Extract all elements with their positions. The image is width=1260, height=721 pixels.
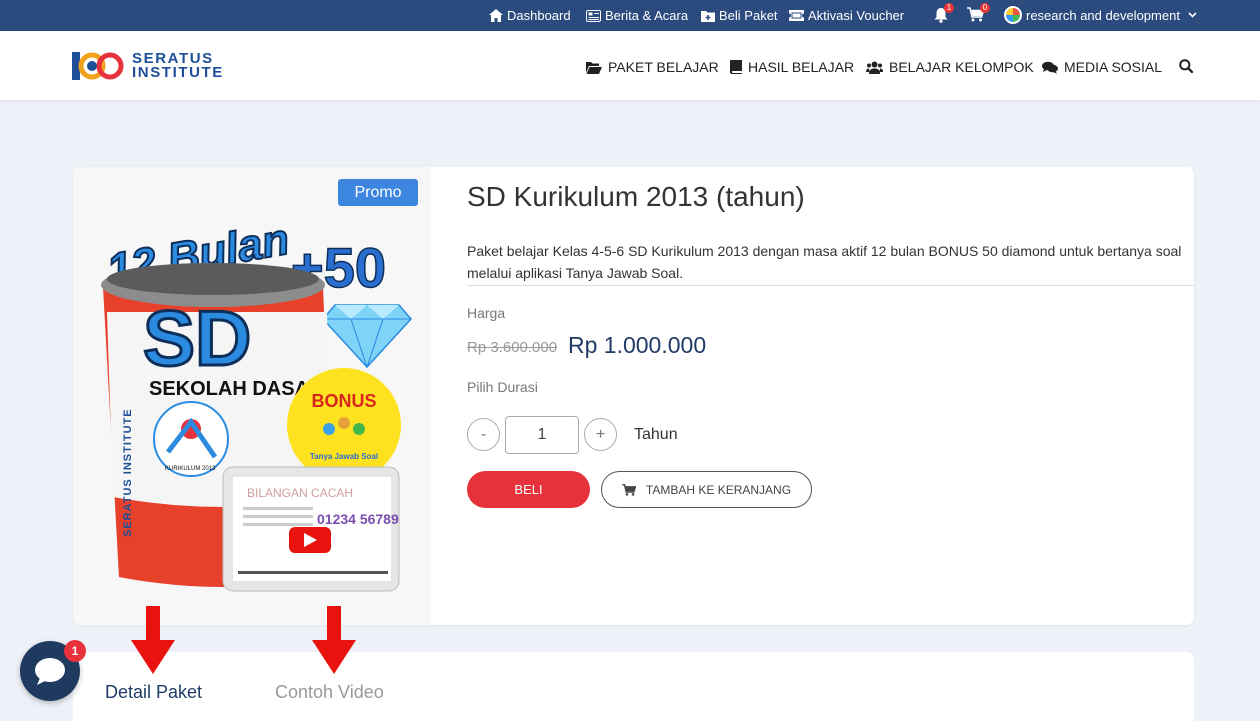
nav-hasil-belajar-label: HASIL BELAJAR xyxy=(748,59,855,75)
nav-paket-belajar-label: PAKET BELAJAR xyxy=(608,59,719,75)
ticket-icon xyxy=(789,10,804,21)
promo-badge: Promo xyxy=(338,179,418,206)
nav-media-sosial-label: MEDIA SOSIAL xyxy=(1064,59,1163,75)
notifications-count-badge: 1 xyxy=(944,3,954,13)
duration-label: Pilih Durasi xyxy=(467,379,538,395)
topbar-voucher-link[interactable]: Aktivasi Voucher xyxy=(789,8,904,23)
topbar-buy-package-link[interactable]: Beli Paket xyxy=(701,8,778,23)
seratus-logo[interactable]: SERATUS INSTITUTE xyxy=(72,50,227,82)
old-price: Rp 3.600.000 xyxy=(467,339,558,356)
top-bar: Dashboard Berita & Acara Beli Paket Akti… xyxy=(0,0,1260,31)
bonus-text: BONUS xyxy=(311,391,376,411)
diamond-icon xyxy=(321,304,413,369)
can-brand: SERATUS INSTITUTE xyxy=(122,408,134,537)
search-button[interactable] xyxy=(1179,59,1193,73)
chat-bubble-icon xyxy=(35,658,65,685)
bonus-caption: Tanya Jawab Soal xyxy=(310,452,378,461)
comments-icon xyxy=(1042,61,1058,74)
cart-button[interactable]: 0 xyxy=(967,3,990,22)
nav-media-sosial[interactable]: MEDIA SOSIAL xyxy=(1042,59,1162,75)
home-icon xyxy=(489,9,503,22)
can-title: SD xyxy=(143,294,251,382)
product-illustration: 12 Bulan +50 SD SEKOLAH DASAR SERATUS IN… xyxy=(101,214,413,592)
price-label: Harga xyxy=(467,305,506,321)
buy-button[interactable]: BELI xyxy=(467,471,590,508)
topbar-news-label: Berita & Acara xyxy=(605,8,689,23)
nav-hasil-belajar[interactable]: HASIL BELAJAR xyxy=(730,59,854,75)
product-card: 12 Bulan +50 SD SEKOLAH DASAR SERATUS IN… xyxy=(73,167,1194,625)
tablet-graphic: BILANGAN CACAH 01234 56789 xyxy=(222,466,400,592)
folder-plus-icon xyxy=(701,10,715,22)
add-to-cart-label: TAMBAH KE KERANJANG xyxy=(645,482,792,497)
logo-line-2: INSTITUTE xyxy=(132,64,224,81)
quantity-input[interactable]: 1 xyxy=(505,416,579,454)
newspaper-icon xyxy=(586,9,601,22)
topbar-news-link[interactable]: Berita & Acara xyxy=(586,8,688,23)
decrease-quantity-button[interactable]: - xyxy=(467,418,500,451)
user-name: research and development xyxy=(1026,7,1180,23)
new-price: Rp 1.000.000 xyxy=(568,332,707,358)
add-to-cart-button[interactable]: TAMBAH KE KERANJANG xyxy=(601,471,812,508)
duration-unit: Tahun xyxy=(634,426,678,443)
topbar-dashboard-label: Dashboard xyxy=(507,8,571,23)
annotation-arrow-icon xyxy=(131,606,175,674)
folder-open-icon xyxy=(586,61,602,74)
users-icon xyxy=(866,61,883,74)
increase-quantity-button[interactable]: + xyxy=(584,418,617,451)
logo-mark-icon xyxy=(72,52,124,80)
topbar-voucher-label: Aktivasi Voucher xyxy=(808,8,905,23)
product-title: SD Kurikulum 2013 (tahun) xyxy=(467,181,805,212)
product-image: 12 Bulan +50 SD SEKOLAH DASAR SERATUS IN… xyxy=(73,167,430,625)
curriculum-label: KURIKULUM 2013 xyxy=(165,466,216,472)
tab-contoh-video[interactable]: Contoh Video xyxy=(275,682,384,703)
topbar-buy-package-label: Beli Paket xyxy=(719,8,778,23)
nav-paket-belajar[interactable]: PAKET BELAJAR xyxy=(586,59,719,75)
annotation-arrow-icon xyxy=(312,606,356,674)
nav-belajar-kelompok[interactable]: BELAJAR KELOMPOK xyxy=(866,59,1034,75)
book-icon xyxy=(730,60,742,74)
notifications-button[interactable]: 1 xyxy=(934,3,954,23)
tablet-digits: 01234 56789 xyxy=(317,511,399,527)
avatar xyxy=(1004,6,1022,24)
tabs-card: Detail Paket Contoh Video xyxy=(73,652,1194,721)
main-navbar: SERATUS INSTITUTE PAKET BELAJAR HASIL BE… xyxy=(0,31,1260,100)
product-description: Paket belajar Kelas 4-5-6 SD Kurikulum 2… xyxy=(467,243,1182,281)
chat-unread-badge: 1 xyxy=(64,640,86,662)
tablet-title: BILANGAN CACAH xyxy=(247,486,353,500)
cart-count-badge: 0 xyxy=(980,3,990,13)
topbar-dashboard-link[interactable]: Dashboard xyxy=(489,8,571,23)
nav-belajar-kelompok-label: BELAJAR KELOMPOK xyxy=(889,59,1034,75)
chevron-down-icon xyxy=(1188,12,1197,18)
cart-icon xyxy=(622,483,636,496)
tab-detail-paket[interactable]: Detail Paket xyxy=(105,682,202,703)
search-icon xyxy=(1179,59,1193,73)
user-menu-dropdown[interactable]: research and development xyxy=(1004,6,1197,24)
divider xyxy=(467,285,1194,286)
bonus-badge: BONUS Tanya Jawab Soal xyxy=(287,368,401,482)
